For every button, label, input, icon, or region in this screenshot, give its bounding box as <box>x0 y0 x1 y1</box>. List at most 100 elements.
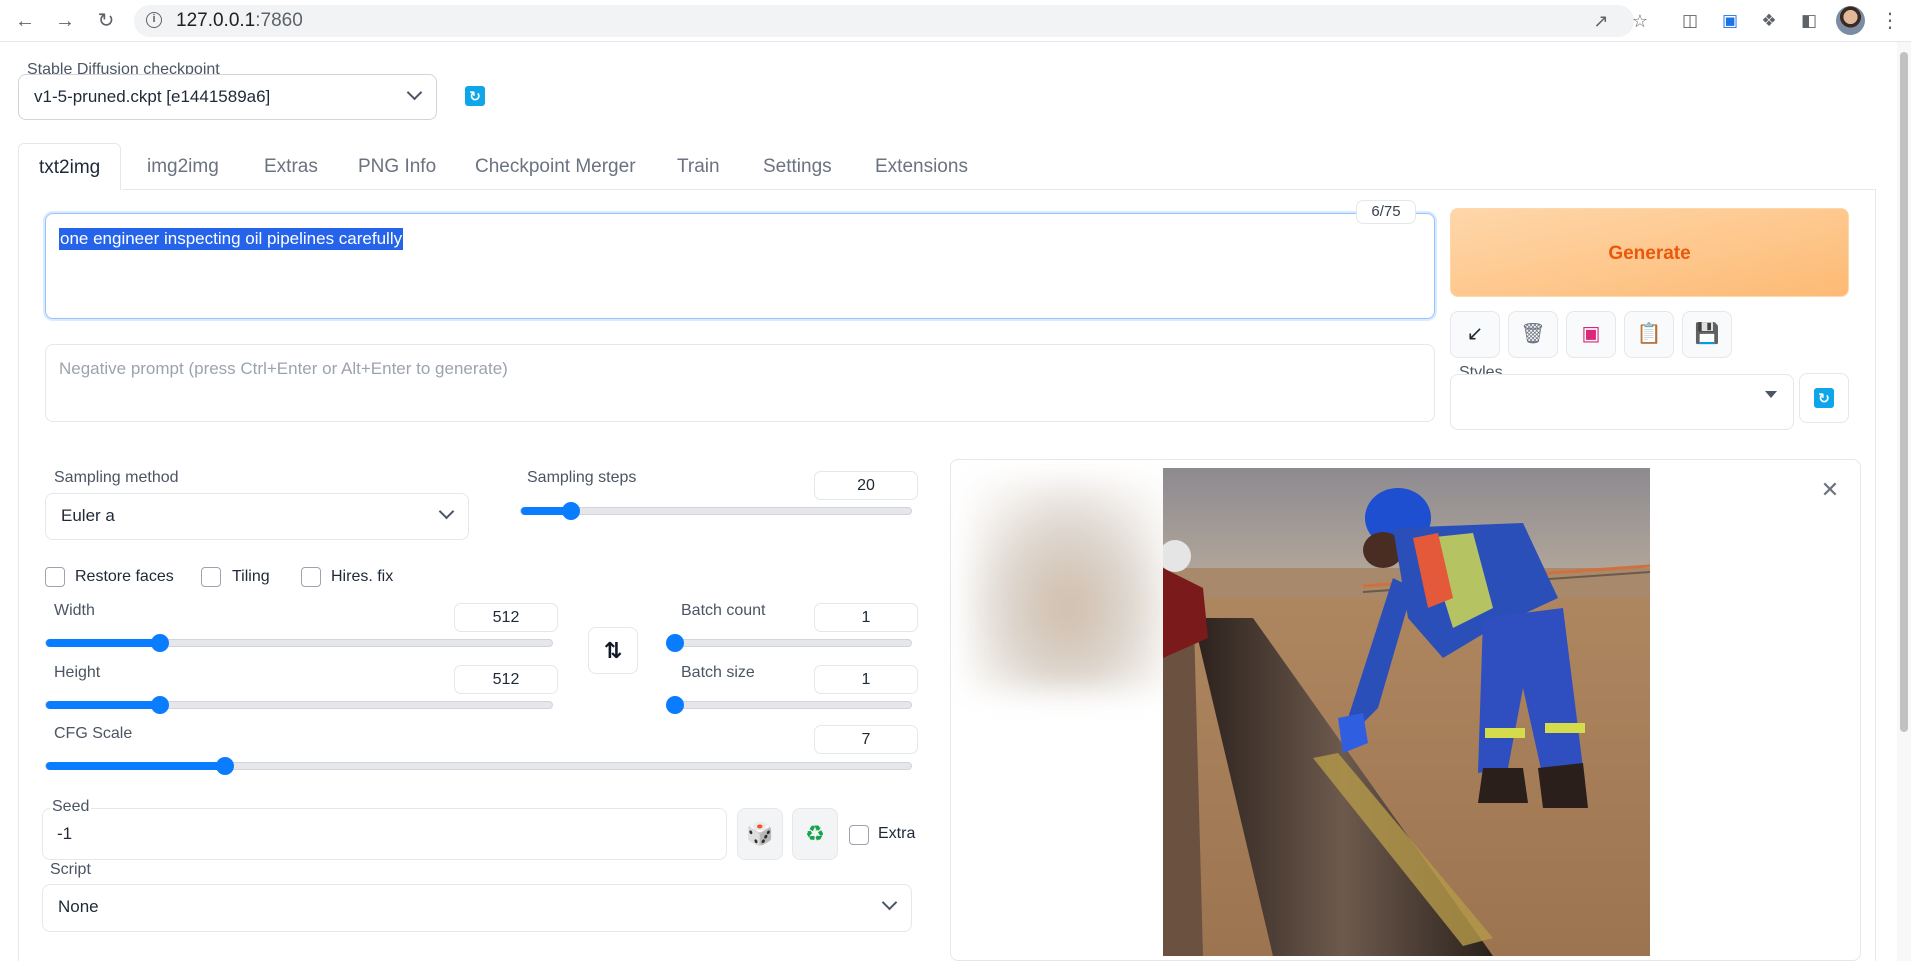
slider-thumb[interactable] <box>215 757 234 775</box>
height-label: Height <box>54 664 101 681</box>
browser-menu-icon[interactable]: ⋮ <box>1880 8 1900 34</box>
gallery-background-thumbnail <box>968 480 1168 690</box>
height-slider[interactable] <box>45 696 553 714</box>
slider-fill <box>46 701 161 709</box>
negative-prompt-placeholder: Negative prompt (press Ctrl+Enter or Alt… <box>59 359 508 378</box>
cfg-scale-label: CFG Scale <box>54 725 133 742</box>
extension-translate-icon[interactable]: ▣ <box>1718 9 1742 33</box>
clipboard-icon[interactable]: 📋 <box>1624 311 1674 358</box>
extra-seed-checkbox[interactable] <box>849 825 869 845</box>
back-arrow-icon[interactable]: ← <box>12 8 38 34</box>
seed-value: -1 <box>57 824 73 843</box>
cfg-scale-input[interactable]: 7 <box>814 725 918 754</box>
hires-fix-label: Hires. fix <box>331 568 394 585</box>
tab-checkpoint-merger[interactable]: Checkpoint Merger <box>475 143 636 190</box>
tab-img2img[interactable]: img2img <box>147 143 219 190</box>
tab-png-info[interactable]: PNG Info <box>358 143 436 190</box>
sampling-steps-label: Sampling steps <box>527 469 637 486</box>
batch-count-input[interactable]: 1 <box>814 603 918 632</box>
share-icon[interactable]: ↗ <box>1589 9 1613 33</box>
hires-fix-checkbox[interactable] <box>301 567 321 587</box>
sampling-method-value: Euler a <box>61 506 115 525</box>
slider-thumb[interactable] <box>666 634 684 652</box>
width-slider[interactable] <box>45 634 553 652</box>
random-seed-dice-icon[interactable]: 🎲 <box>737 808 783 860</box>
styles-dropdown[interactable] <box>1450 374 1794 430</box>
restore-faces-label: Restore faces <box>75 568 174 585</box>
sampling-steps-input[interactable]: 20 <box>814 471 918 500</box>
slider-thumb[interactable] <box>666 696 684 714</box>
generate-button[interactable]: Generate <box>1450 208 1849 297</box>
panel-border <box>1875 189 1876 961</box>
slider-fill <box>46 639 161 647</box>
extensions-puzzle-icon[interactable]: ❖ <box>1757 9 1781 33</box>
address-bar[interactable]: i 127.0.0.1:7860 ↗ ☆ <box>134 5 1648 37</box>
slider-thumb[interactable] <box>151 696 170 714</box>
height-input[interactable]: 512 <box>454 665 558 694</box>
slider-thumb[interactable] <box>151 634 170 652</box>
trash-icon[interactable]: 🗑 <box>1508 311 1558 358</box>
token-counter: 6/75 <box>1356 200 1416 224</box>
sampling-steps-slider[interactable] <box>520 502 912 520</box>
tab-divider <box>123 189 1875 190</box>
save-style-floppy-icon[interactable]: 💾 <box>1682 311 1732 358</box>
chevron-down-icon <box>406 84 423 101</box>
prompt-textarea[interactable]: one engineer inspecting oil pipelines ca… <box>45 213 1435 319</box>
checkpoint-value: v1-5-pruned.ckpt [e1441589a6] <box>34 87 271 106</box>
reload-icon[interactable]: ↻ <box>93 8 119 34</box>
profile-avatar[interactable] <box>1836 6 1865 35</box>
batch-size-slider[interactable] <box>666 696 912 714</box>
caret-down-icon <box>1765 391 1777 398</box>
script-label: Script <box>50 861 91 878</box>
chevron-down-icon <box>438 503 455 520</box>
url-port: :7860 <box>255 10 303 31</box>
width-label: Width <box>54 602 95 619</box>
script-dropdown[interactable]: None <box>42 884 912 932</box>
tab-extras[interactable]: Extras <box>264 143 318 190</box>
slider-thumb[interactable] <box>561 502 580 520</box>
url-host: 127.0.0.1 <box>176 10 256 31</box>
side-panel-icon[interactable]: ◧ <box>1797 9 1821 33</box>
tab-settings[interactable]: Settings <box>763 143 832 190</box>
refresh-icon: ↻ <box>1814 388 1834 408</box>
browser-toolbar: ← → ↻ i 127.0.0.1:7860 ↗ ☆ ◫ ▣ ❖ ◧ ⋮ <box>0 0 1911 42</box>
batch-size-label: Batch size <box>681 664 755 681</box>
forward-arrow-icon[interactable]: → <box>52 8 78 34</box>
refresh-checkpoint-icon[interactable]: ↻ <box>465 86 485 106</box>
slider-fill <box>46 762 225 770</box>
tiling-checkbox[interactable] <box>201 567 221 587</box>
tab-txt2img[interactable]: txt2img <box>18 143 122 190</box>
checkpoint-dropdown[interactable]: v1-5-pruned.ckpt [e1441589a6] <box>18 74 437 120</box>
panel-border <box>18 189 19 961</box>
tab-train[interactable]: Train <box>677 143 720 190</box>
cfg-scale-slider[interactable] <box>45 757 912 775</box>
batch-count-slider[interactable] <box>666 634 912 652</box>
site-info-icon[interactable]: i <box>146 12 162 28</box>
page-scrollbar[interactable] <box>1897 42 1911 961</box>
show-extra-networks-icon[interactable]: ▣ <box>1566 311 1616 358</box>
url-text[interactable]: 127.0.0.1:7860 <box>176 10 303 32</box>
sampling-method-label: Sampling method <box>54 469 179 486</box>
negative-prompt-textarea[interactable]: Negative prompt (press Ctrl+Enter or Alt… <box>45 344 1435 422</box>
batch-count-label: Batch count <box>681 602 766 619</box>
tiling-label: Tiling <box>232 568 270 585</box>
restore-faces-checkbox[interactable] <box>45 567 65 587</box>
bookmark-star-icon[interactable]: ☆ <box>1628 9 1652 33</box>
sampling-method-dropdown[interactable]: Euler a <box>45 493 469 540</box>
reuse-seed-recycle-icon[interactable]: ♻ <box>792 808 838 860</box>
extra-seed-label: Extra <box>878 825 916 842</box>
width-input[interactable]: 512 <box>454 603 558 632</box>
generated-image[interactable] <box>1163 468 1650 956</box>
seed-label: Seed <box>50 798 92 816</box>
styles-refresh-button[interactable]: ↻ <box>1799 373 1849 423</box>
read-params-arrow-icon[interactable]: ↙ <box>1450 311 1500 358</box>
script-value: None <box>58 897 99 916</box>
tab-extensions[interactable]: Extensions <box>875 143 968 190</box>
generated-image-illustration <box>1163 468 1650 956</box>
batch-size-input[interactable]: 1 <box>814 665 918 694</box>
extension-cast-icon[interactable]: ◫ <box>1678 9 1702 33</box>
scrollbar-thumb[interactable] <box>1900 52 1908 732</box>
close-icon[interactable]: ✕ <box>1818 478 1842 502</box>
swap-dimensions-icon[interactable]: ⇅ <box>588 627 638 674</box>
seed-input[interactable]: -1 <box>42 808 727 860</box>
